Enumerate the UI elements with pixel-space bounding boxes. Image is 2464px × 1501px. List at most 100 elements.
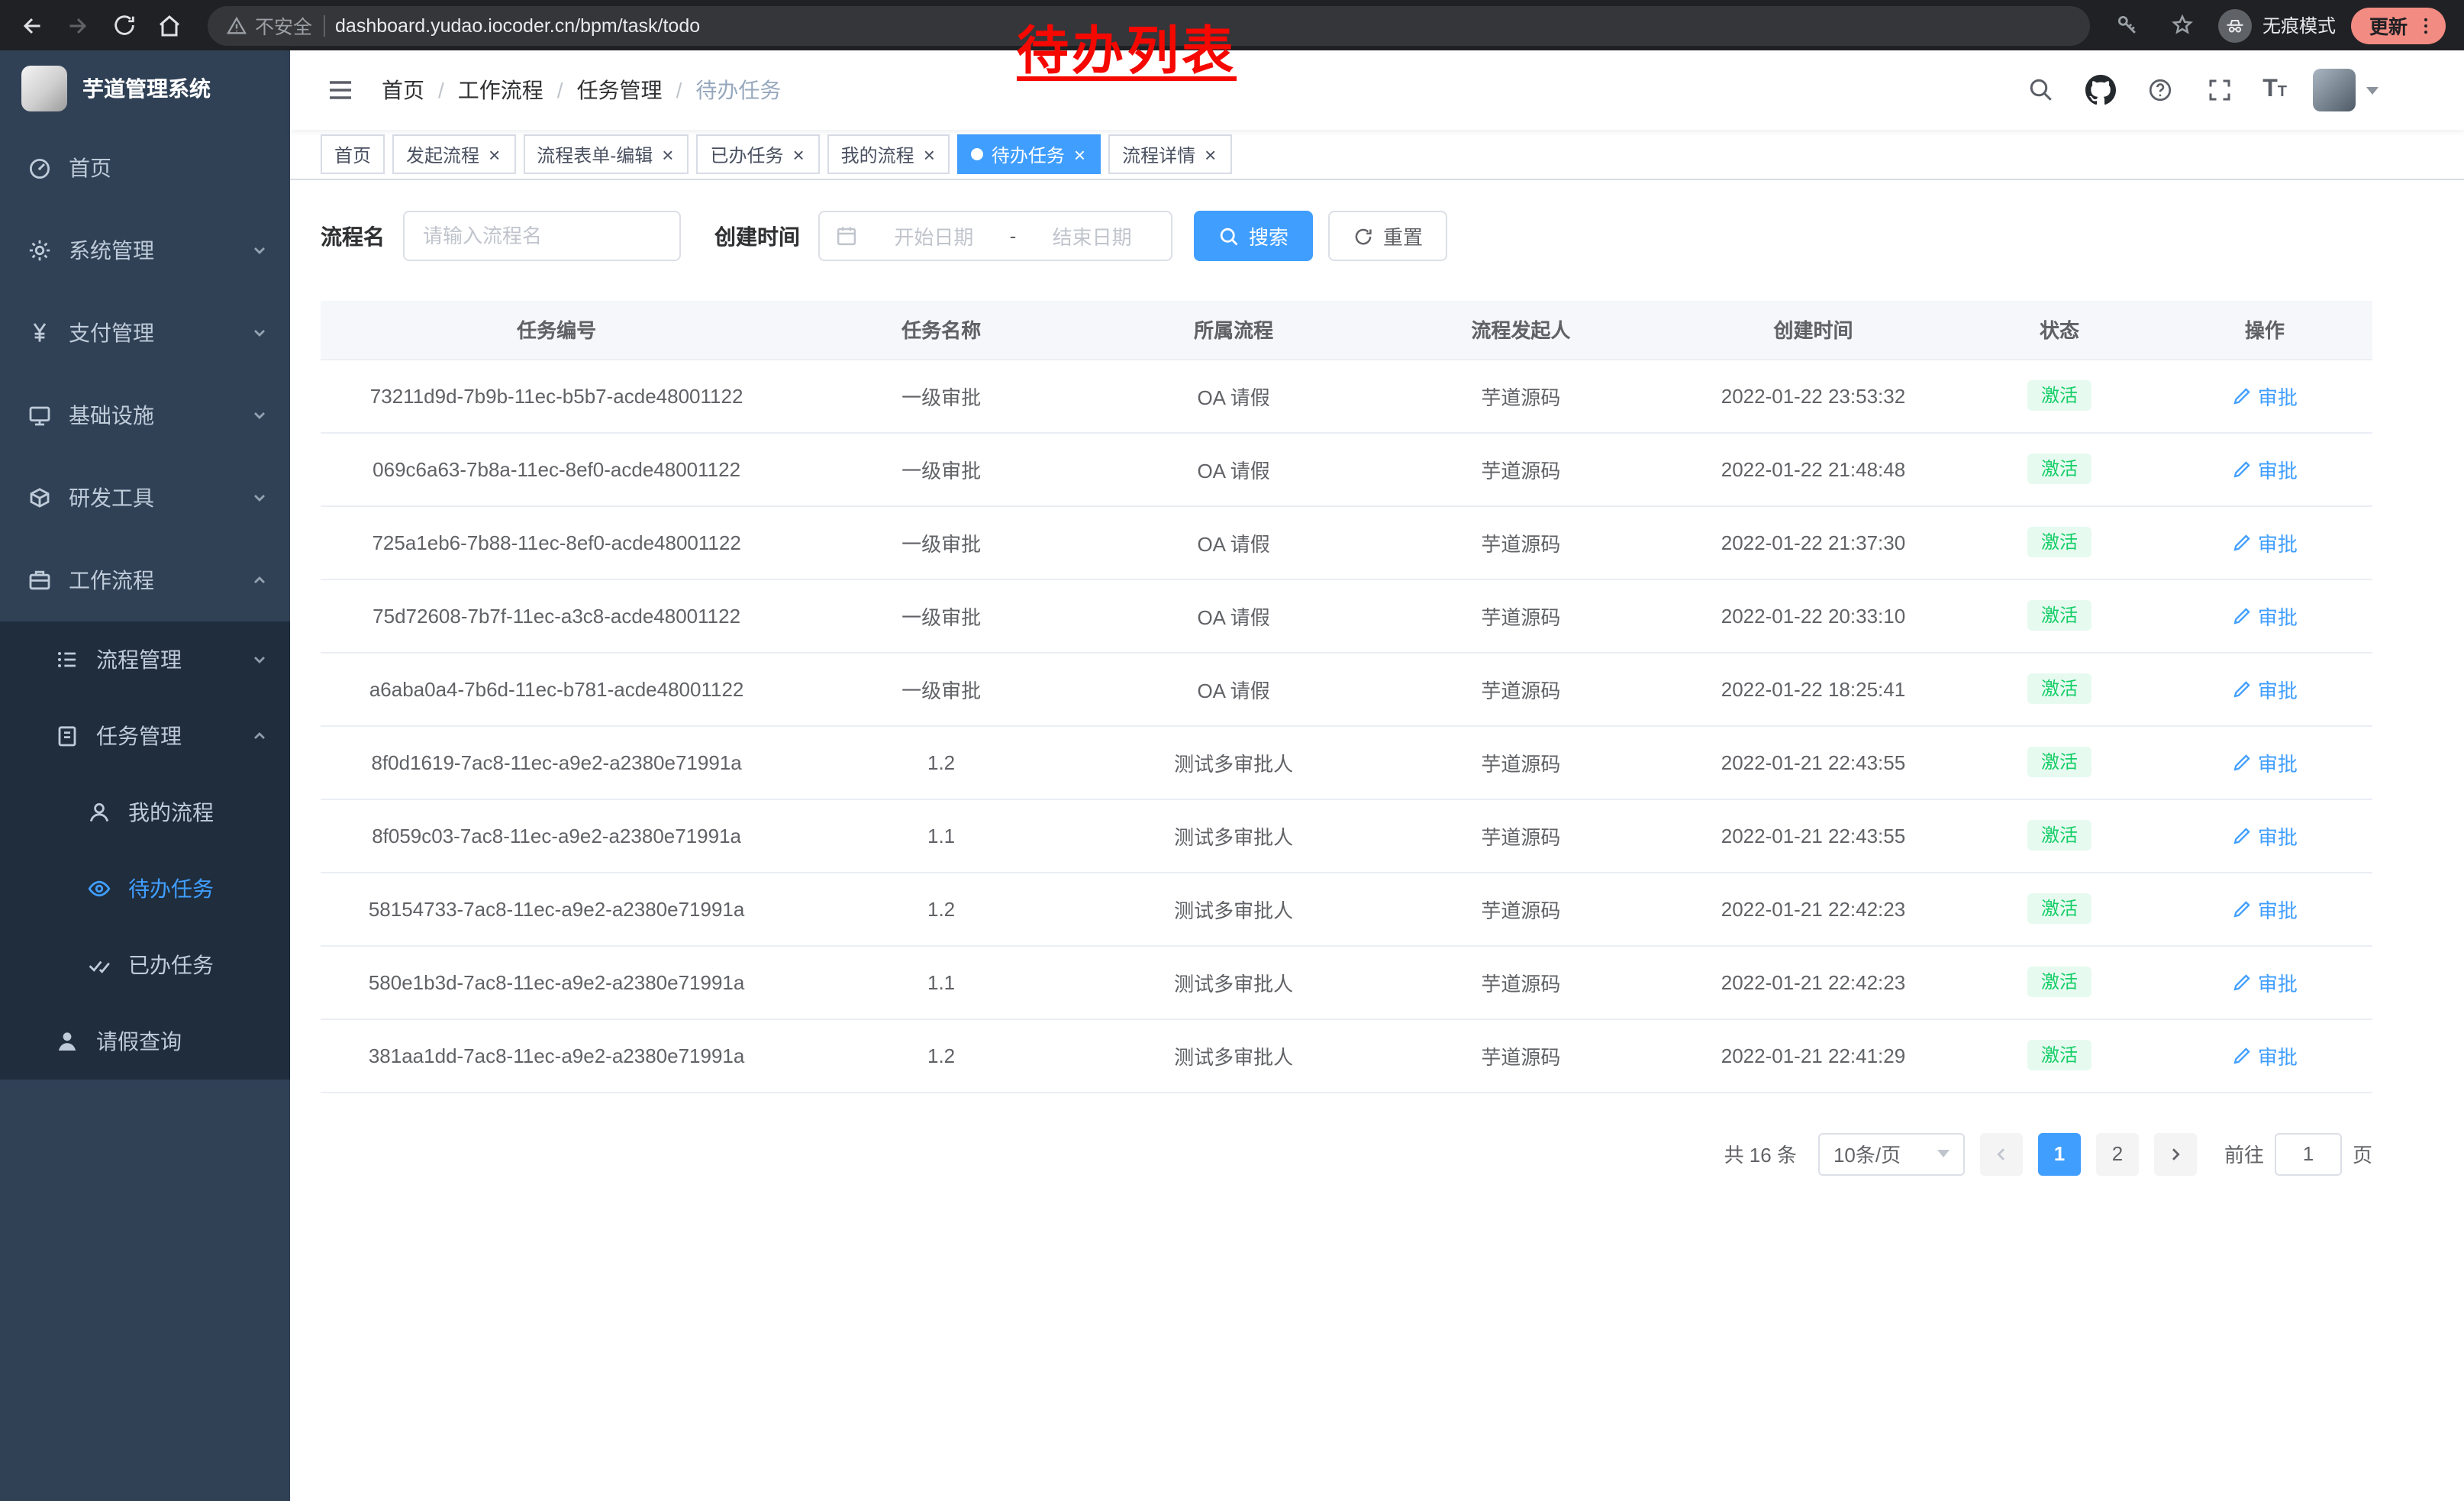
back-arrow-icon [18, 11, 46, 39]
close-icon[interactable]: × [922, 144, 937, 164]
cell-process: OA 请假 [1090, 579, 1377, 652]
sidebar-item-leave-query[interactable]: 请假查询 [0, 1003, 290, 1080]
app-title: 芋道管理系统 [82, 73, 211, 104]
approve-link[interactable]: 审批 [2232, 1041, 2298, 1070]
sidebar-item-todo-tasks[interactable]: 待办任务 [0, 851, 290, 927]
tab-done-tasks[interactable]: 已办任务 × [696, 134, 819, 174]
sidebar-item-home[interactable]: 首页 [0, 127, 290, 209]
process-name-input[interactable] [403, 211, 681, 261]
fullscreen-button[interactable] [2203, 73, 2237, 107]
sidebar-item-workflow[interactable]: 工作流程 [0, 539, 290, 621]
cell-created: 2022-01-21 22:43:55 [1665, 725, 1962, 799]
browser-forward-button[interactable] [58, 5, 98, 45]
sidebar-item-my-processes[interactable]: 我的流程 [0, 774, 290, 851]
browser-home-button[interactable] [150, 5, 189, 45]
browser-reload-button[interactable] [104, 5, 144, 45]
sidebar-item-label: 支付管理 [69, 318, 234, 348]
approve-link[interactable]: 审批 [2232, 528, 2298, 557]
page-button-1[interactable]: 1 [2038, 1132, 2081, 1175]
prev-page-button[interactable] [1980, 1132, 2023, 1175]
tab-todo-tasks[interactable]: 待办任务 × [958, 134, 1101, 174]
end-date-placeholder: 结束日期 [1028, 221, 1156, 250]
close-icon[interactable]: × [487, 144, 502, 164]
cell-action: 审批 [2157, 652, 2372, 725]
page-button-2[interactable]: 2 [2096, 1132, 2139, 1175]
next-page-button[interactable] [2154, 1132, 2197, 1175]
sidebar-item-done-tasks[interactable]: 已办任务 [0, 927, 290, 1003]
sidebar-item-dev-tools[interactable]: 研发工具 [0, 457, 290, 539]
status-badge: 激活 [2027, 527, 2091, 558]
user-icon [87, 800, 111, 825]
search-button[interactable]: 搜索 [1194, 211, 1313, 261]
cell-action: 审批 [2157, 945, 2372, 1018]
sidebar-item-payment-mgmt[interactable]: 支付管理 [0, 292, 290, 374]
breadcrumb-separator: / [557, 78, 563, 102]
sidebar-item-process-mgmt[interactable]: 流程管理 [0, 621, 290, 698]
sidebar-item-infrastructure[interactable]: 基础设施 [0, 374, 290, 457]
breadcrumb-workflow[interactable]: 工作流程 [458, 75, 543, 105]
tab-start-process[interactable]: 发起流程 × [392, 134, 515, 174]
incognito-badge[interactable]: 无痕模式 [2218, 8, 2336, 42]
main-area: 首页 / 工作流程 / 任务管理 / 待办任务 [290, 50, 2464, 1501]
password-key-button[interactable] [2108, 5, 2148, 45]
approve-link[interactable]: 审批 [2232, 674, 2298, 703]
user-menu[interactable] [2313, 69, 2379, 111]
close-icon[interactable]: × [1072, 144, 1087, 164]
approve-link[interactable]: 审批 [2232, 821, 2298, 850]
approve-link[interactable]: 审批 [2232, 454, 2298, 483]
tab-process-form-edit[interactable]: 流程表单-编辑 × [523, 134, 689, 174]
approve-link[interactable]: 审批 [2232, 894, 2298, 923]
chevron-down-icon [250, 489, 269, 507]
breadcrumb-task-mgmt[interactable]: 任务管理 [577, 75, 663, 105]
approve-label: 审批 [2258, 894, 2298, 923]
sidebar-toggle-button[interactable] [321, 70, 360, 110]
key-icon [2115, 12, 2141, 38]
cell-task-name: 一级审批 [792, 652, 1090, 725]
tab-label: 已办任务 [710, 141, 783, 167]
tab-process-detail[interactable]: 流程详情 × [1108, 134, 1231, 174]
reset-button[interactable]: 重置 [1328, 211, 1447, 261]
browser-update-button[interactable]: 更新 [2351, 7, 2446, 44]
github-link[interactable] [2084, 73, 2117, 107]
cell-action: 审批 [2157, 579, 2372, 652]
app-layout: 芋道管理系统 首页 系统管理 支付管理 基础设施 [0, 50, 2464, 1501]
cell-task-id: a6aba0a4-7b6d-11ec-b781-acde48001122 [321, 652, 792, 725]
approve-label: 审批 [2258, 967, 2298, 996]
browser-back-button[interactable] [12, 5, 52, 45]
close-icon[interactable]: × [791, 144, 805, 164]
approve-label: 审批 [2258, 381, 2298, 410]
close-icon[interactable]: × [660, 144, 675, 164]
header-search-button[interactable] [2024, 73, 2058, 107]
app-logo-link[interactable]: 芋道管理系统 [0, 50, 290, 127]
approve-link[interactable]: 审批 [2232, 747, 2298, 776]
approve-link[interactable]: 审批 [2232, 601, 2298, 630]
security-status[interactable]: 不安全 [226, 11, 312, 40]
cell-task-name: 1.1 [792, 945, 1090, 1018]
sidebar-item-task-mgmt[interactable]: 任务管理 [0, 698, 290, 774]
cell-status: 激活 [1962, 432, 2156, 505]
tags-view-bar: 首页 发起流程 × 流程表单-编辑 × 已办任务 × 我的流程 × [290, 130, 2464, 180]
tab-my-processes[interactable]: 我的流程 × [827, 134, 950, 174]
cell-status: 激活 [1962, 799, 2156, 872]
caret-down-icon [2366, 86, 2379, 94]
address-bar[interactable]: 不安全 dashboard.yudao.iocoder.cn/bpm/task/… [208, 5, 2090, 45]
sidebar-item-system-mgmt[interactable]: 系统管理 [0, 209, 290, 292]
task-table-body: 73211d9d-7b9b-11ec-b5b7-acde48001122 一级审… [321, 359, 2372, 1092]
font-size-button[interactable]: TT [2262, 76, 2287, 104]
page-size-select[interactable]: 10条/页 [1818, 1132, 1965, 1175]
approve-link[interactable]: 审批 [2232, 967, 2298, 996]
reload-icon [111, 12, 137, 38]
help-doc-button[interactable] [2143, 73, 2177, 107]
tab-home[interactable]: 首页 [321, 134, 385, 174]
bookmark-star-button[interactable] [2163, 5, 2203, 45]
kebab-menu-icon [2415, 15, 2437, 36]
eye-icon [87, 876, 111, 901]
approve-link[interactable]: 审批 [2232, 381, 2298, 410]
date-range-picker[interactable]: 开始日期 - 结束日期 [818, 211, 1172, 261]
jump-page-input[interactable] [2275, 1132, 2342, 1175]
chevron-down-icon [250, 324, 269, 342]
breadcrumb-home[interactable]: 首页 [382, 75, 424, 105]
cell-created: 2022-01-22 20:33:10 [1665, 579, 1962, 652]
close-icon[interactable]: × [1203, 144, 1217, 164]
clipboard-icon [55, 724, 79, 748]
